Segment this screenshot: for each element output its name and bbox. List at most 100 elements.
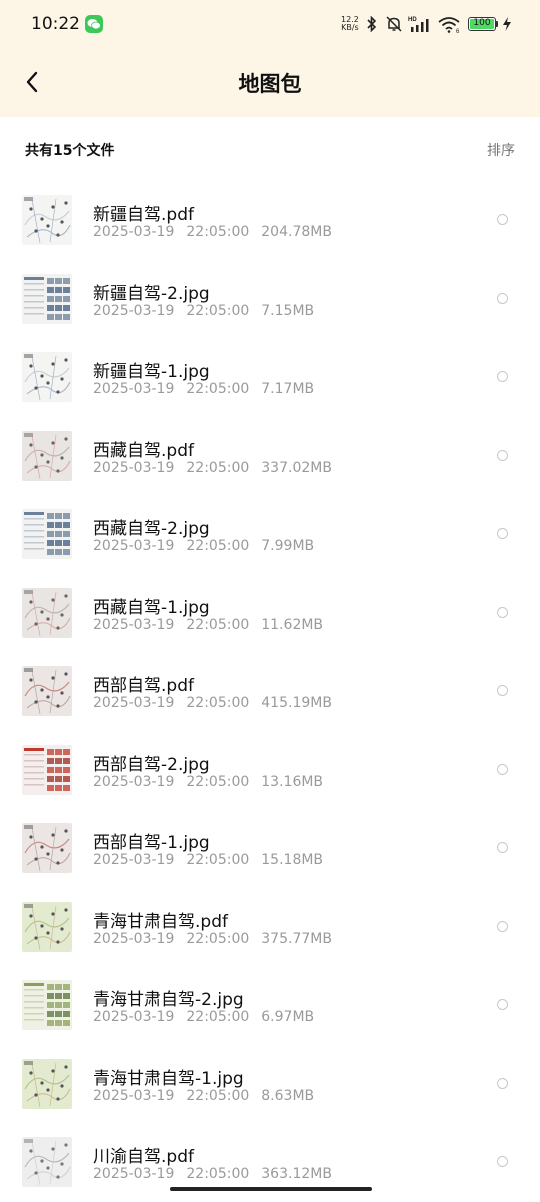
file-name: 西藏自驾-1.jpg: [93, 597, 210, 618]
file-item[interactable]: 西藏自驾-1.jpg 2025-03-19 22:05:00 11.62MB: [0, 574, 540, 653]
file-thumbnail: [22, 195, 72, 245]
file-time: 22:05:00: [186, 773, 250, 790]
file-thumbnail: [22, 823, 72, 873]
file-time: 22:05:00: [186, 695, 250, 711]
sort-button[interactable]: 排序: [487, 140, 515, 160]
file-name: 青海甘肃自驾-1.jpg: [93, 1068, 244, 1089]
wifi-icon: 6: [438, 17, 460, 33]
file-time: 22:05:00: [186, 459, 250, 476]
file-thumbnail: [22, 744, 72, 795]
file-time: 22:05:00: [186, 224, 250, 240]
file-thumbnail: [22, 901, 72, 952]
file-thumbnail: [22, 666, 72, 716]
net-speed-unit: KB/s: [341, 23, 359, 32]
file-time: 22:05:00: [186, 616, 250, 633]
select-radio[interactable]: [497, 528, 508, 539]
file-thumbnail: [22, 273, 72, 324]
file-item[interactable]: 青海甘肃自驾-1.jpg 2025-03-19 22:05:00 8.63MB: [0, 1045, 540, 1124]
file-time: 22:05:00: [186, 302, 250, 319]
file-date: 2025-03-19: [93, 930, 175, 947]
file-time: 22:05:00: [186, 381, 250, 397]
file-date: 2025-03-19: [93, 852, 175, 868]
bluetooth-icon: [367, 15, 377, 33]
file-size: 7.15MB: [261, 302, 315, 319]
file-size: 6.97MB: [261, 1009, 315, 1025]
file-time: 22:05:00: [186, 930, 250, 947]
file-thumbnail: [22, 352, 72, 402]
file-item[interactable]: 青海甘肃自驾-2.jpg 2025-03-19 22:05:00 6.97MB: [0, 966, 540, 1045]
file-time: 22:05:00: [186, 1087, 250, 1104]
select-radio[interactable]: [497, 292, 508, 304]
file-item[interactable]: 新疆自驾-2.jpg 2025-03-19 22:05:00 7.15MB: [0, 260, 540, 339]
file-meta: 2025-03-19 22:05:00 15.18MB: [93, 852, 335, 868]
file-name: 西部自驾-1.jpg: [93, 833, 210, 853]
file-meta: 2025-03-19 22:05:00 337.02MB: [93, 460, 344, 476]
file-name: 青海甘肃自驾.pdf: [93, 911, 228, 932]
file-date: 2025-03-19: [93, 538, 175, 554]
file-date: 2025-03-19: [93, 381, 175, 397]
select-radio[interactable]: [497, 214, 508, 225]
select-radio[interactable]: [497, 685, 508, 696]
select-radio[interactable]: [497, 999, 508, 1010]
file-meta: 2025-03-19 22:05:00 8.63MB: [93, 1088, 326, 1104]
header: 地图包: [0, 50, 540, 117]
file-date: 2025-03-19: [93, 616, 175, 633]
file-size: 13.16MB: [261, 773, 324, 790]
file-size: 8.63MB: [261, 1087, 315, 1104]
file-meta: 2025-03-19 22:05:00 204.78MB: [93, 224, 344, 240]
mute-icon: [386, 16, 402, 32]
signal-icon: HD: [408, 17, 429, 32]
file-item[interactable]: 新疆自驾-1.jpg 2025-03-19 22:05:00 7.17MB: [0, 338, 540, 417]
file-date: 2025-03-19: [93, 1087, 175, 1104]
file-size: 7.17MB: [261, 381, 315, 397]
select-radio[interactable]: [497, 1156, 508, 1167]
file-size: 15.18MB: [261, 852, 324, 868]
file-date: 2025-03-19: [93, 1009, 175, 1025]
select-radio[interactable]: [497, 606, 508, 618]
file-meta: 2025-03-19 22:05:00 7.17MB: [93, 381, 326, 397]
file-date: 2025-03-19: [93, 459, 175, 476]
file-thumbnail: [22, 509, 72, 559]
select-radio[interactable]: [497, 842, 508, 853]
file-date: 2025-03-19: [93, 224, 175, 240]
file-name: 新疆自驾-2.jpg: [93, 283, 210, 304]
top-area: 10:22 12.2 KB/s HD 6 100 地图包: [0, 0, 540, 117]
file-item[interactable]: 西部自驾.pdf 2025-03-19 22:05:00 415.19MB: [0, 652, 540, 731]
select-radio[interactable]: [497, 449, 508, 461]
select-radio[interactable]: [497, 763, 508, 775]
file-name: 西藏自驾-2.jpg: [93, 519, 210, 539]
file-size: 337.02MB: [261, 459, 332, 476]
select-radio[interactable]: [497, 1077, 508, 1089]
file-thumbnail: [22, 587, 72, 638]
file-name: 西藏自驾.pdf: [93, 440, 194, 461]
file-item[interactable]: 青海甘肃自驾.pdf 2025-03-19 22:05:00 375.77MB: [0, 888, 540, 967]
file-name: 青海甘肃自驾-2.jpg: [93, 990, 244, 1010]
file-meta: 2025-03-19 22:05:00 7.15MB: [93, 303, 326, 319]
file-meta: 2025-03-19 22:05:00 7.99MB: [93, 538, 326, 554]
file-date: 2025-03-19: [93, 302, 175, 319]
page-title: 地图包: [238, 72, 302, 96]
file-thumbnail: [22, 1137, 72, 1187]
file-date: 2025-03-19: [93, 773, 175, 790]
select-radio[interactable]: [497, 371, 508, 382]
home-indicator[interactable]: [170, 1187, 372, 1191]
battery-level: 100: [473, 18, 491, 28]
file-size: 11.62MB: [261, 616, 324, 633]
file-name: 川渝自驾.pdf: [93, 1147, 194, 1167]
battery-icon: 100: [468, 17, 496, 31]
file-item[interactable]: 西部自驾-1.jpg 2025-03-19 22:05:00 15.18MB: [0, 809, 540, 888]
file-time: 22:05:00: [186, 538, 250, 554]
file-size: 415.19MB: [261, 695, 332, 711]
net-speed: 12.2 KB/s: [341, 16, 359, 32]
file-item[interactable]: 西部自驾-2.jpg 2025-03-19 22:05:00 13.16MB: [0, 731, 540, 810]
file-item[interactable]: 西藏自驾-2.jpg 2025-03-19 22:05:00 7.99MB: [0, 495, 540, 574]
select-radio[interactable]: [497, 920, 508, 932]
file-size: 7.99MB: [261, 538, 315, 554]
file-item[interactable]: 西藏自驾.pdf 2025-03-19 22:05:00 337.02MB: [0, 417, 540, 496]
file-item[interactable]: 新疆自驾.pdf 2025-03-19 22:05:00 204.78MB: [0, 181, 540, 260]
file-count: 共有15个文件: [25, 143, 115, 159]
wechat-icon: [85, 15, 103, 33]
file-meta: 2025-03-19 22:05:00 415.19MB: [93, 695, 344, 711]
summary-row: 共有15个文件 排序: [0, 117, 540, 181]
file-name: 西部自驾.pdf: [93, 676, 194, 696]
